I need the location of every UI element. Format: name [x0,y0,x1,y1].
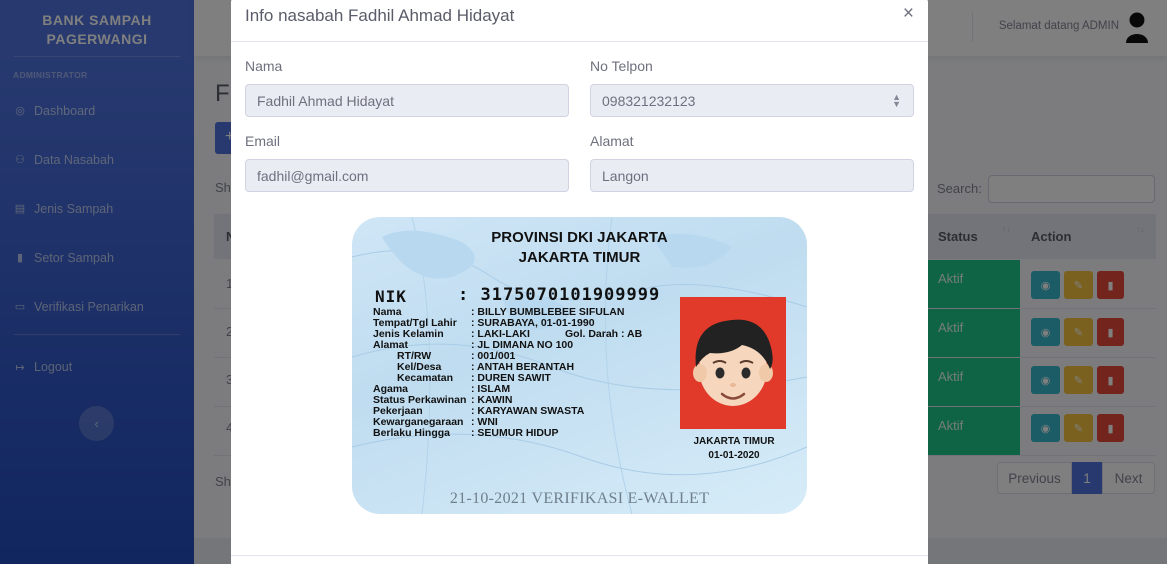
telpon-label: No Telpon [590,58,653,74]
ktp-province: PROVINSI DKI JAKARTA [491,229,668,246]
ktp-nik-label: NIK [375,287,407,306]
ktp-label: Berlaku Hingga [373,427,451,439]
ktp-issue-place: JAKARTA TIMUR [693,436,775,447]
nasabah-info-modal: Info nasabah Fadhil Ahmad Hidayat × Nama… [231,0,928,564]
ktp-issue-date: 01-01-2020 [708,450,760,461]
telpon-field[interactable]: 098321232123 ▲ ▼ [590,84,914,117]
email-field[interactable]: fadhil@gmail.com [245,159,569,192]
close-icon[interactable]: × [903,3,914,25]
alamat-field[interactable]: Langon [590,159,914,192]
ktp-value: : SEUMUR HIDUP [471,427,559,439]
ktp-verification-stamp: 21-10-2021 VERIFIKASI E-WALLET [449,490,710,507]
ktp-nik: : 3175070101909999 [458,285,661,305]
ktp-image: PROVINSI DKI JAKARTA JAKARTA TIMUR NIK :… [352,217,807,514]
modal-footer-divider [231,555,928,556]
modal-title: Info nasabah Fadhil Ahmad Hidayat [245,6,515,25]
ktp-city: JAKARTA TIMUR [518,249,641,266]
spinner-icon[interactable]: ▲ ▼ [892,93,901,109]
alamat-label: Alamat [590,133,634,149]
ktp-blood-type: Gol. Darah : AB [565,328,643,340]
email-label: Email [245,133,281,149]
nama-field[interactable]: Fadhil Ahmad Hidayat [245,84,569,117]
boy-face-icon [693,319,773,406]
ktp-photo [680,297,786,429]
modal-header: Info nasabah Fadhil Ahmad Hidayat × [231,0,928,42]
nama-label: Nama [245,58,283,74]
telpon-value: 098321232123 [602,93,696,109]
